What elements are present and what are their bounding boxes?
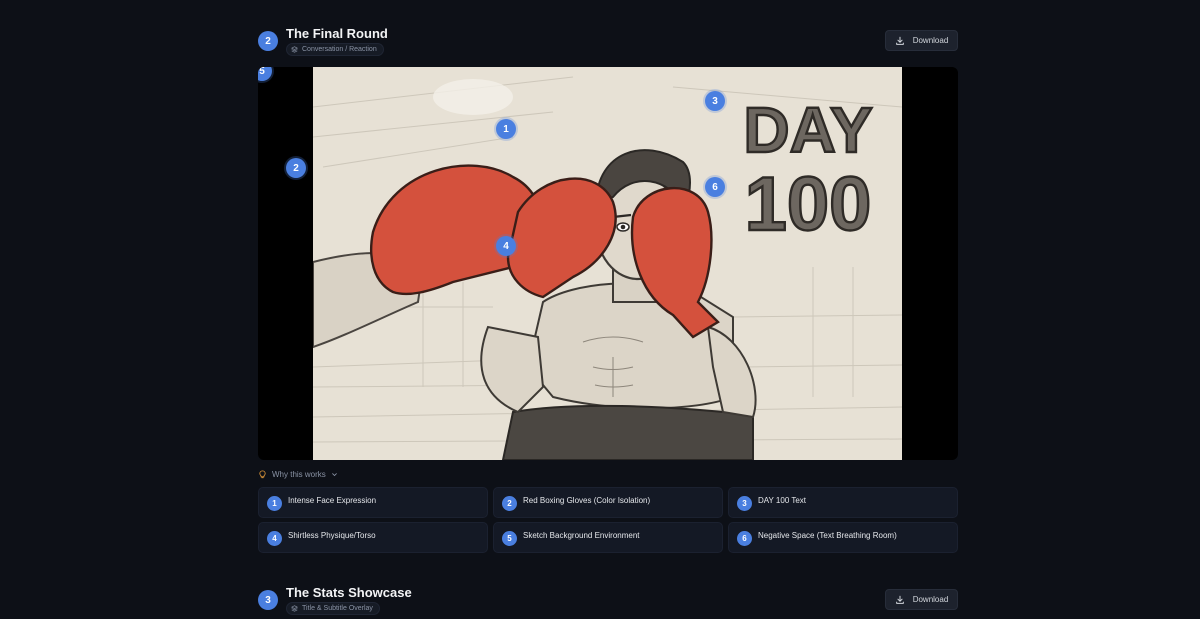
number-text: 100 bbox=[745, 162, 872, 247]
download-label: Download bbox=[912, 36, 949, 45]
reason-card: 5 Sketch Background Environment bbox=[493, 522, 723, 553]
reason-card: 3 DAY 100 Text bbox=[728, 487, 958, 518]
reason-number-badge: 1 bbox=[267, 496, 282, 511]
reason-label: DAY 100 Text bbox=[758, 496, 807, 505]
section-tag: Conversation / Reaction bbox=[286, 43, 384, 56]
boxer-sketch-illustration: DAY 100 bbox=[312, 67, 903, 460]
section-number-badge: 3 bbox=[258, 590, 278, 610]
layers-icon bbox=[291, 605, 298, 612]
image-marker-1[interactable]: 1 bbox=[496, 119, 516, 139]
reason-card: 1 Intense Face Expression bbox=[258, 487, 488, 518]
reason-number-badge: 6 bbox=[737, 531, 752, 546]
day-text: DAY bbox=[743, 94, 872, 166]
thumbnail-image-frame[interactable]: DAY 100 5 1 2 3 6 4 bbox=[258, 67, 958, 460]
reason-number-badge: 2 bbox=[502, 496, 517, 511]
reason-label: Shirtless Physique/Torso bbox=[288, 531, 376, 540]
reason-label: Intense Face Expression bbox=[288, 496, 377, 505]
section-tag-label: Title & Subtitle Overlay bbox=[302, 605, 373, 612]
download-icon bbox=[895, 36, 904, 45]
image-marker-3[interactable]: 3 bbox=[705, 91, 725, 111]
image-marker-2[interactable]: 2 bbox=[286, 158, 306, 178]
reason-card: 2 Red Boxing Gloves (Color Isolation) bbox=[493, 487, 723, 518]
image-marker-5[interactable]: 5 bbox=[258, 67, 272, 81]
download-button[interactable]: Download bbox=[885, 30, 958, 51]
chevron-down-icon bbox=[331, 473, 337, 477]
reason-label: Sketch Background Environment bbox=[523, 531, 640, 540]
reason-number-badge: 3 bbox=[737, 496, 752, 511]
why-this-works-label: Why this works bbox=[272, 470, 326, 479]
download-button[interactable]: Download bbox=[885, 589, 958, 610]
reason-card: 6 Negative Space (Text Breathing Room) bbox=[728, 522, 958, 553]
section-number-badge: 2 bbox=[258, 31, 278, 51]
layers-icon bbox=[291, 46, 298, 53]
reason-card: 4 Shirtless Physique/Torso bbox=[258, 522, 488, 553]
reason-number-badge: 4 bbox=[267, 531, 282, 546]
why-this-works-toggle[interactable]: Why this works bbox=[258, 470, 338, 479]
download-label: Download bbox=[912, 595, 949, 604]
image-marker-6[interactable]: 6 bbox=[705, 177, 725, 197]
section-tag-label: Conversation / Reaction bbox=[302, 46, 377, 53]
lightbulb-icon bbox=[259, 470, 266, 479]
sketch-svg: DAY 100 bbox=[312, 67, 903, 460]
reason-label: Red Boxing Gloves (Color Isolation) bbox=[523, 496, 651, 505]
download-icon bbox=[895, 595, 904, 604]
section-tag: Title & Subtitle Overlay bbox=[286, 602, 380, 615]
section-title: The Stats Showcase bbox=[286, 585, 412, 600]
section-title: The Final Round bbox=[286, 26, 388, 41]
reason-label: Negative Space (Text Breathing Room) bbox=[758, 531, 897, 540]
image-marker-4[interactable]: 4 bbox=[496, 236, 516, 256]
reason-number-badge: 5 bbox=[502, 531, 517, 546]
